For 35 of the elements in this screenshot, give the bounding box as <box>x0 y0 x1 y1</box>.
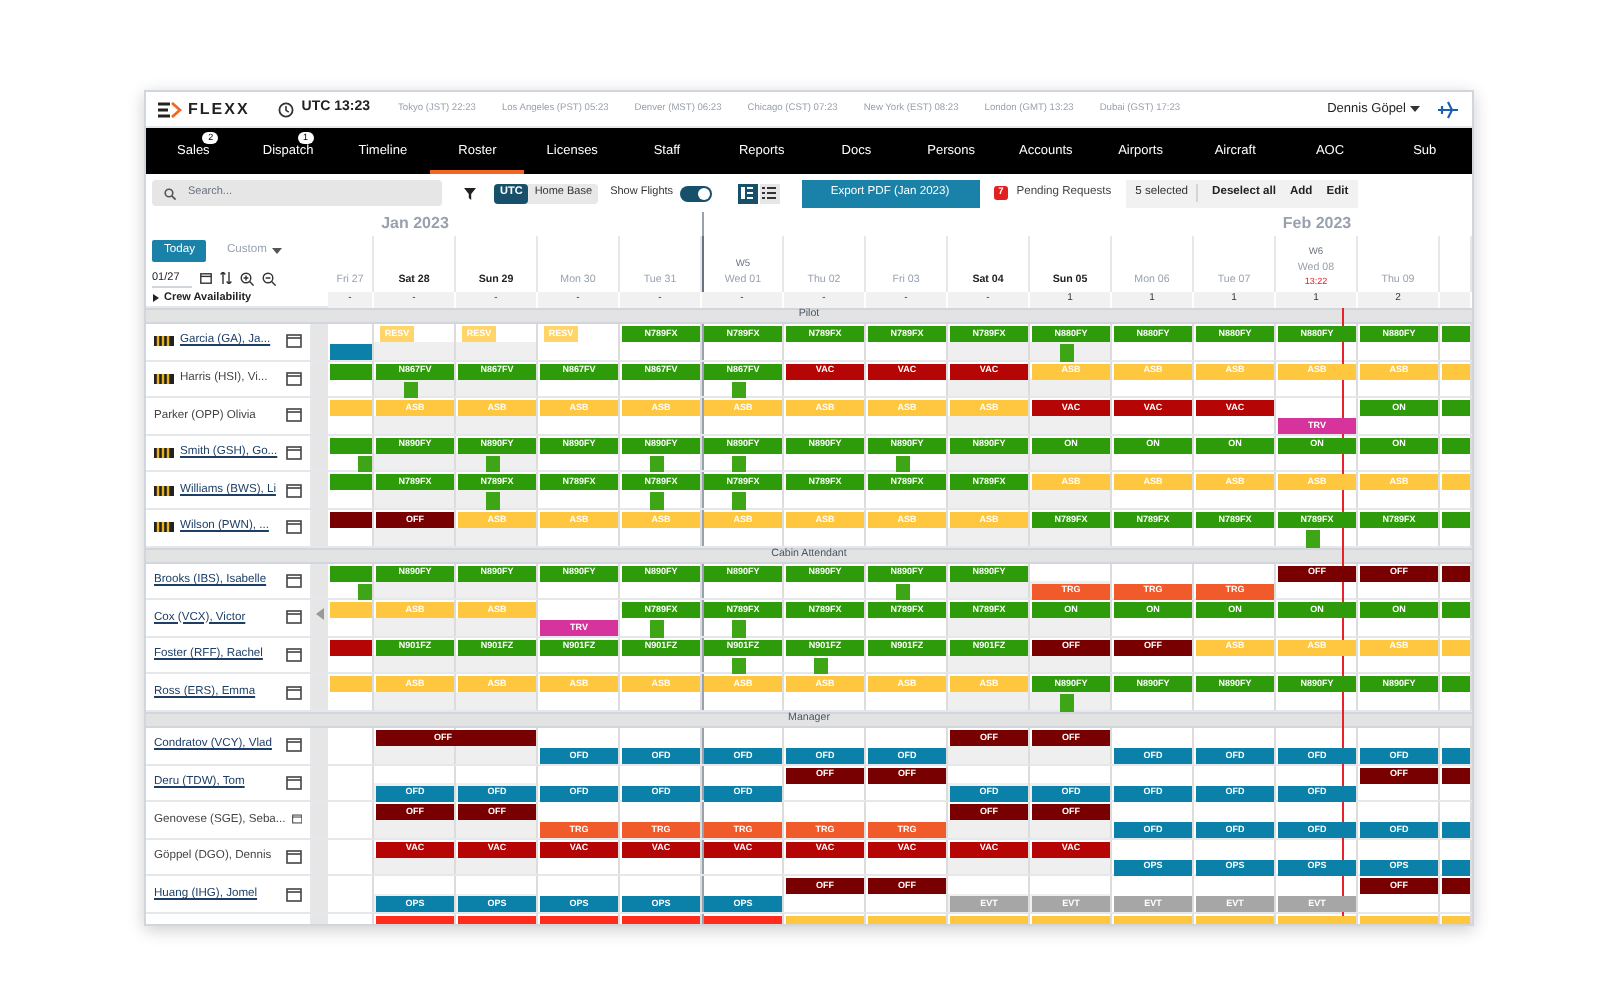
calendar-icon[interactable] <box>286 648 302 663</box>
clock-icon <box>277 101 294 117</box>
zoom-out-icon[interactable] <box>262 271 276 286</box>
calendar-icon[interactable] <box>286 610 302 625</box>
calendar-icon[interactable] <box>286 573 302 588</box>
calendar-icon[interactable] <box>286 887 302 902</box>
view-toggle-button[interactable] <box>759 183 780 203</box>
expand-icon[interactable] <box>152 294 160 302</box>
caret-icon <box>272 248 283 255</box>
search-icon <box>164 187 176 199</box>
list-icon <box>762 186 777 200</box>
calendar-icon[interactable] <box>286 685 302 700</box>
calendar-icon[interactable] <box>200 272 212 285</box>
calendar-icon[interactable] <box>291 812 302 827</box>
month-label: Feb 2023 <box>1282 212 1352 236</box>
calendar-icon[interactable] <box>286 520 302 535</box>
month-label: Jan 2023 <box>381 212 449 236</box>
calendar-icon[interactable] <box>286 334 302 349</box>
calendar-icon[interactable] <box>286 850 302 865</box>
logo-icon <box>158 101 182 117</box>
caret-icon <box>1410 106 1420 112</box>
calendar-icon[interactable] <box>286 408 302 423</box>
sort-icon[interactable] <box>220 272 232 285</box>
show-flights-toggle[interactable] <box>679 185 712 201</box>
calendar-icon[interactable] <box>286 775 302 790</box>
calendar-icon[interactable] <box>286 738 302 753</box>
view-toggle-button[interactable] <box>737 183 758 203</box>
filter-icon[interactable] <box>464 187 476 199</box>
columns-icon <box>740 186 755 200</box>
calendar-icon[interactable] <box>286 371 302 386</box>
zoom-in-icon[interactable] <box>240 271 254 286</box>
calendar-icon[interactable] <box>286 446 302 461</box>
plane-icon[interactable] <box>1436 99 1460 119</box>
logo-text: FLEXX <box>188 97 250 121</box>
calendar-icon[interactable] <box>286 483 302 498</box>
